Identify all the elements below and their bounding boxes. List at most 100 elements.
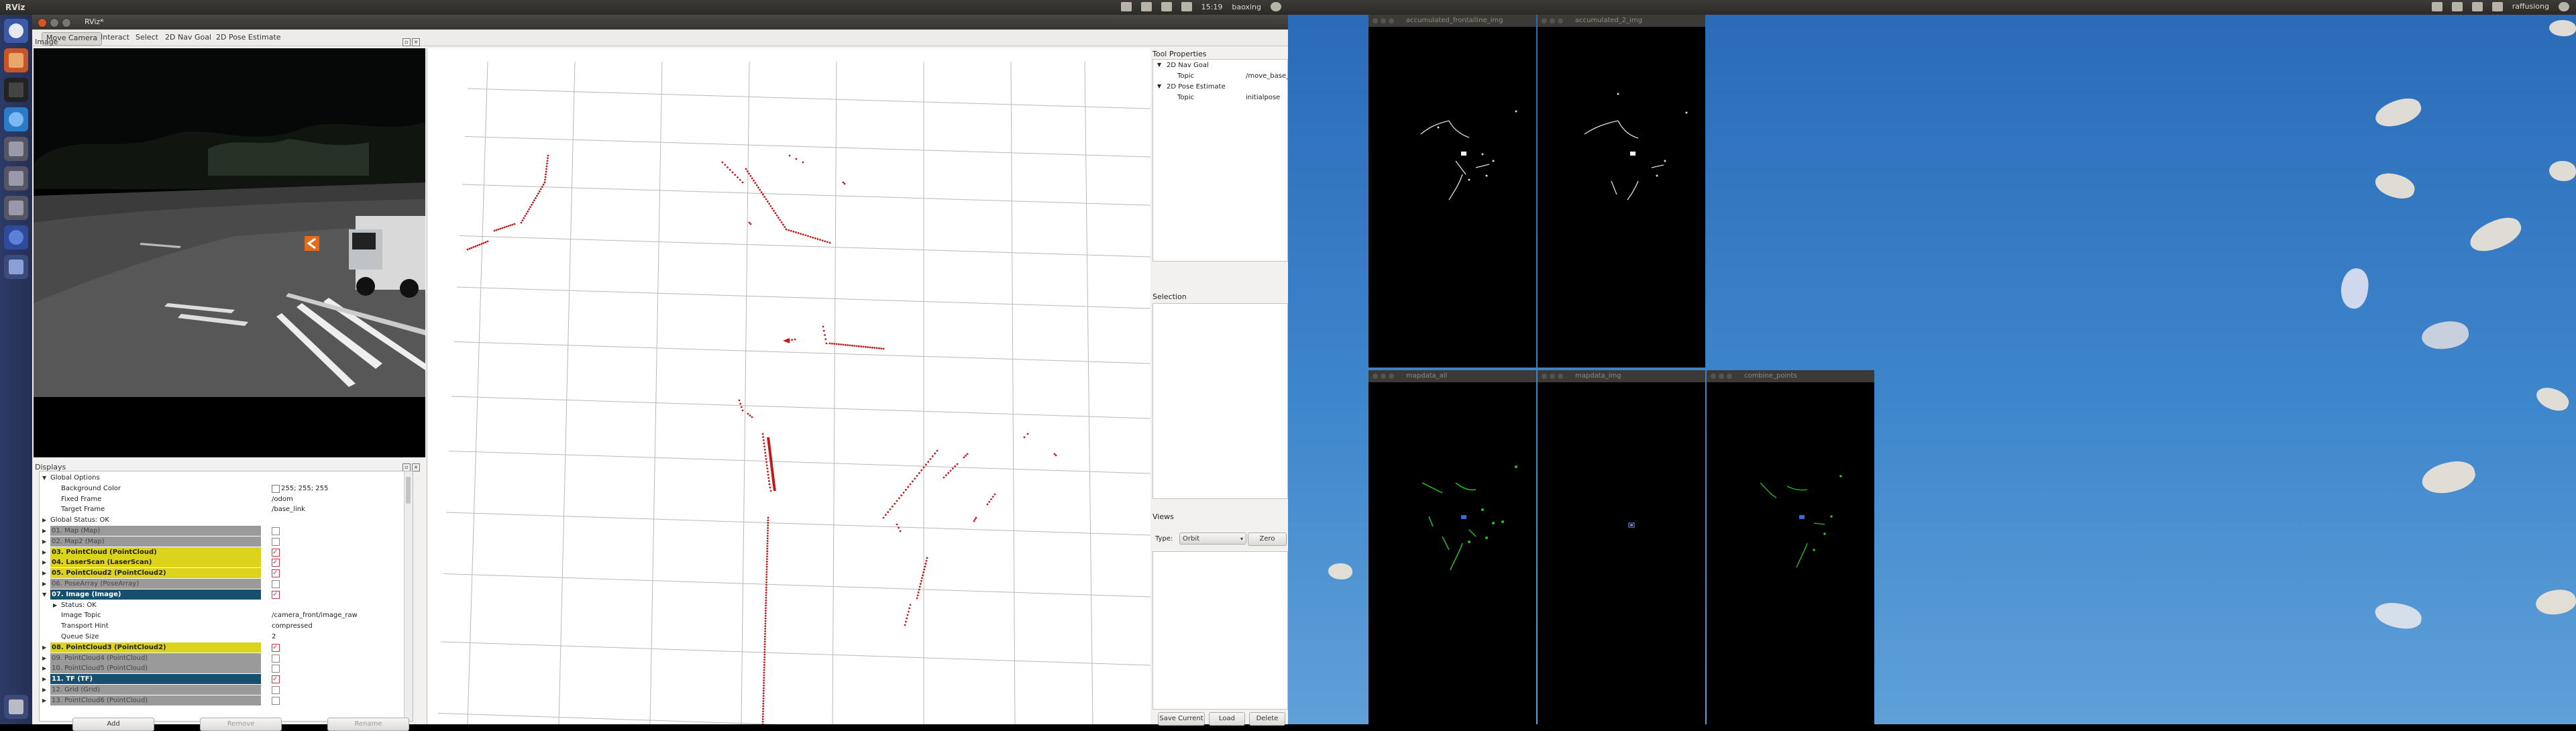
display-enable-checkbox[interactable] (272, 527, 280, 535)
user-menu[interactable]: baoxing (1232, 3, 1261, 11)
expand-arrow-icon[interactable]: ▶ (42, 537, 46, 547)
keyboard-icon[interactable] (2431, 2, 2443, 11)
display-row[interactable]: ▶ 02. Map2 (Map) (40, 536, 402, 547)
image-window-titlebar[interactable]: accumulated_2_img (1538, 15, 1705, 27)
display-row[interactable]: ▶ 03. PointCloud (PointCloud) (40, 547, 402, 557)
gear-icon[interactable] (2559, 2, 2569, 11)
network-icon[interactable] (2471, 2, 2483, 11)
3d-render-view[interactable] (427, 48, 1151, 731)
display-enable-checkbox[interactable] (272, 547, 280, 557)
views-zero-button[interactable]: Zero (1248, 532, 1287, 546)
launcher-rviz[interactable] (4, 225, 28, 249)
image-window-titlebar[interactable]: accumulated_frontalline_img (1368, 15, 1536, 27)
minimize-icon[interactable] (1550, 18, 1555, 23)
display-enable-checkbox[interactable] (272, 557, 280, 567)
expand-arrow-icon[interactable]: ▶ (42, 663, 46, 673)
image-window-titlebar[interactable]: mapdata_img (1538, 370, 1705, 382)
add-display-button[interactable]: Add (72, 718, 154, 731)
display-row[interactable]: Queue Size 2 (40, 632, 402, 642)
display-row[interactable]: ▶ 05. PointCloud2 (PointCloud2) (40, 568, 402, 579)
display-enable-checkbox[interactable] (272, 686, 280, 694)
display-row[interactable]: Background Color 255; 255; 255 (40, 484, 402, 494)
launcher-trash[interactable] (4, 695, 28, 719)
display-row[interactable]: Fixed Frame/odom (40, 494, 402, 504)
close-icon[interactable] (1373, 374, 1378, 379)
launcher-browser[interactable] (4, 107, 28, 131)
volume-icon[interactable] (1181, 2, 1192, 11)
maximize-icon[interactable] (62, 18, 71, 27)
display-row[interactable]: ▶ Global Status: OK (40, 515, 402, 525)
keyboard-icon[interactable] (1120, 2, 1132, 11)
rename-display-button[interactable]: Rename (327, 718, 409, 731)
display-enable-checkbox[interactable] (272, 589, 280, 600)
display-enable-checkbox[interactable] (272, 674, 280, 684)
display-row[interactable]: ▶ 09. PointCloud4 (PointCloud) (40, 653, 402, 663)
views-load-button[interactable]: Load (1209, 712, 1245, 726)
user-menu-2[interactable]: raffusiong (2512, 2, 2549, 11)
launcher-app-4[interactable] (4, 137, 28, 161)
minimize-icon[interactable] (50, 18, 59, 27)
display-row[interactable]: ▼ Global Options (40, 473, 402, 483)
image-window-mapdata-img[interactable]: mapdata_img (1538, 370, 1705, 724)
display-row[interactable]: ▶ Status: OK (40, 600, 402, 610)
expand-arrow-icon[interactable]: ▶ (42, 557, 46, 567)
maximize-icon[interactable] (1727, 374, 1732, 379)
display-row-value[interactable]: 255; 255; 255 (281, 484, 328, 494)
display-row[interactable]: ▶ 12. Grid (Grid) (40, 685, 402, 695)
display-row[interactable]: ▶ 01. Map (Map) (40, 526, 402, 536)
display-enable-checkbox[interactable] (272, 580, 280, 588)
display-row-value[interactable]: /base_link (272, 504, 305, 514)
close-icon[interactable] (1542, 18, 1547, 23)
display-row[interactable]: ▶ 06. PoseArray (PoseArray) (40, 579, 402, 589)
maximize-icon[interactable] (1389, 18, 1394, 23)
network-icon[interactable] (1161, 2, 1172, 11)
image-window-titlebar[interactable]: combine_points (1707, 370, 1874, 382)
mail-icon[interactable] (1140, 2, 1152, 11)
display-enable-checkbox[interactable] (272, 665, 280, 673)
close-icon[interactable] (38, 18, 47, 27)
display-enable-checkbox[interactable] (272, 642, 280, 653)
launcher-app-6[interactable] (4, 196, 28, 220)
close-icon[interactable] (1711, 374, 1716, 379)
close-icon[interactable] (1373, 18, 1378, 23)
tool-select[interactable]: Select (131, 32, 162, 44)
maximize-icon[interactable] (1389, 374, 1394, 379)
display-row[interactable]: ▶ 11. TF (TF) (40, 674, 402, 685)
maximize-icon[interactable] (1558, 374, 1563, 379)
launcher-app-5[interactable] (4, 166, 28, 190)
rviz-titlebar[interactable]: RViz* (32, 15, 1288, 30)
collapse-arrow-icon[interactable]: ▼ (42, 589, 46, 600)
image-window-frontalline[interactable]: accumulated_frontalline_img (1368, 15, 1536, 368)
views-save-button[interactable]: Save Current (1158, 712, 1205, 726)
scrollbar-thumb[interactable] (406, 477, 411, 504)
display-row-value[interactable]: 2 (272, 632, 276, 642)
views-type-select[interactable]: Orbit ▾ (1179, 532, 1246, 545)
minimize-icon[interactable] (1381, 18, 1386, 23)
expand-arrow-icon[interactable]: ▶ (42, 515, 46, 525)
expand-arrow-icon[interactable]: ▶ (42, 579, 46, 589)
expand-arrow-icon[interactable]: ▶ (42, 526, 46, 536)
expand-arrow-icon[interactable]: ▼ (1157, 62, 1161, 68)
close-icon[interactable] (1542, 374, 1547, 379)
image-window-combine-points[interactable]: combine_points (1707, 370, 1874, 724)
minimize-icon[interactable] (1719, 374, 1724, 379)
expand-arrow-icon[interactable]: ▼ (1157, 83, 1161, 89)
expand-arrow-icon[interactable]: ▶ (42, 685, 46, 695)
minimize-icon[interactable] (1381, 374, 1386, 379)
display-row[interactable]: Transport Hint compressed (40, 621, 402, 631)
display-row[interactable]: ▶ 04. LaserScan (LaserScan) (40, 557, 402, 568)
display-row[interactable]: ▶ 10. PointCloud5 (PointCloud) (40, 663, 402, 674)
launcher-app-8[interactable] (4, 255, 28, 279)
tool-prop-topic-value[interactable]: initialpose (1246, 94, 1280, 101)
gear-icon[interactable] (1271, 2, 1281, 11)
volume-icon[interactable] (2491, 2, 2503, 11)
display-row-value[interactable]: /camera_front/image_raw (272, 610, 358, 620)
display-row[interactable]: Image Topic/camera_front/image_raw (40, 610, 402, 620)
expand-arrow-icon[interactable]: ▶ (42, 568, 46, 578)
tool-2d-pose-estimate[interactable]: 2D Pose Estimate (212, 32, 285, 44)
launcher-terminal[interactable] (4, 78, 28, 102)
display-row-value[interactable]: compressed (272, 621, 313, 631)
image-window-titlebar[interactable]: mapdata_all (1368, 370, 1536, 382)
display-row[interactable]: ▶ 13. PointCloud6 (PointCloud) (40, 695, 402, 706)
tool-interact[interactable]: Interact (97, 32, 133, 44)
